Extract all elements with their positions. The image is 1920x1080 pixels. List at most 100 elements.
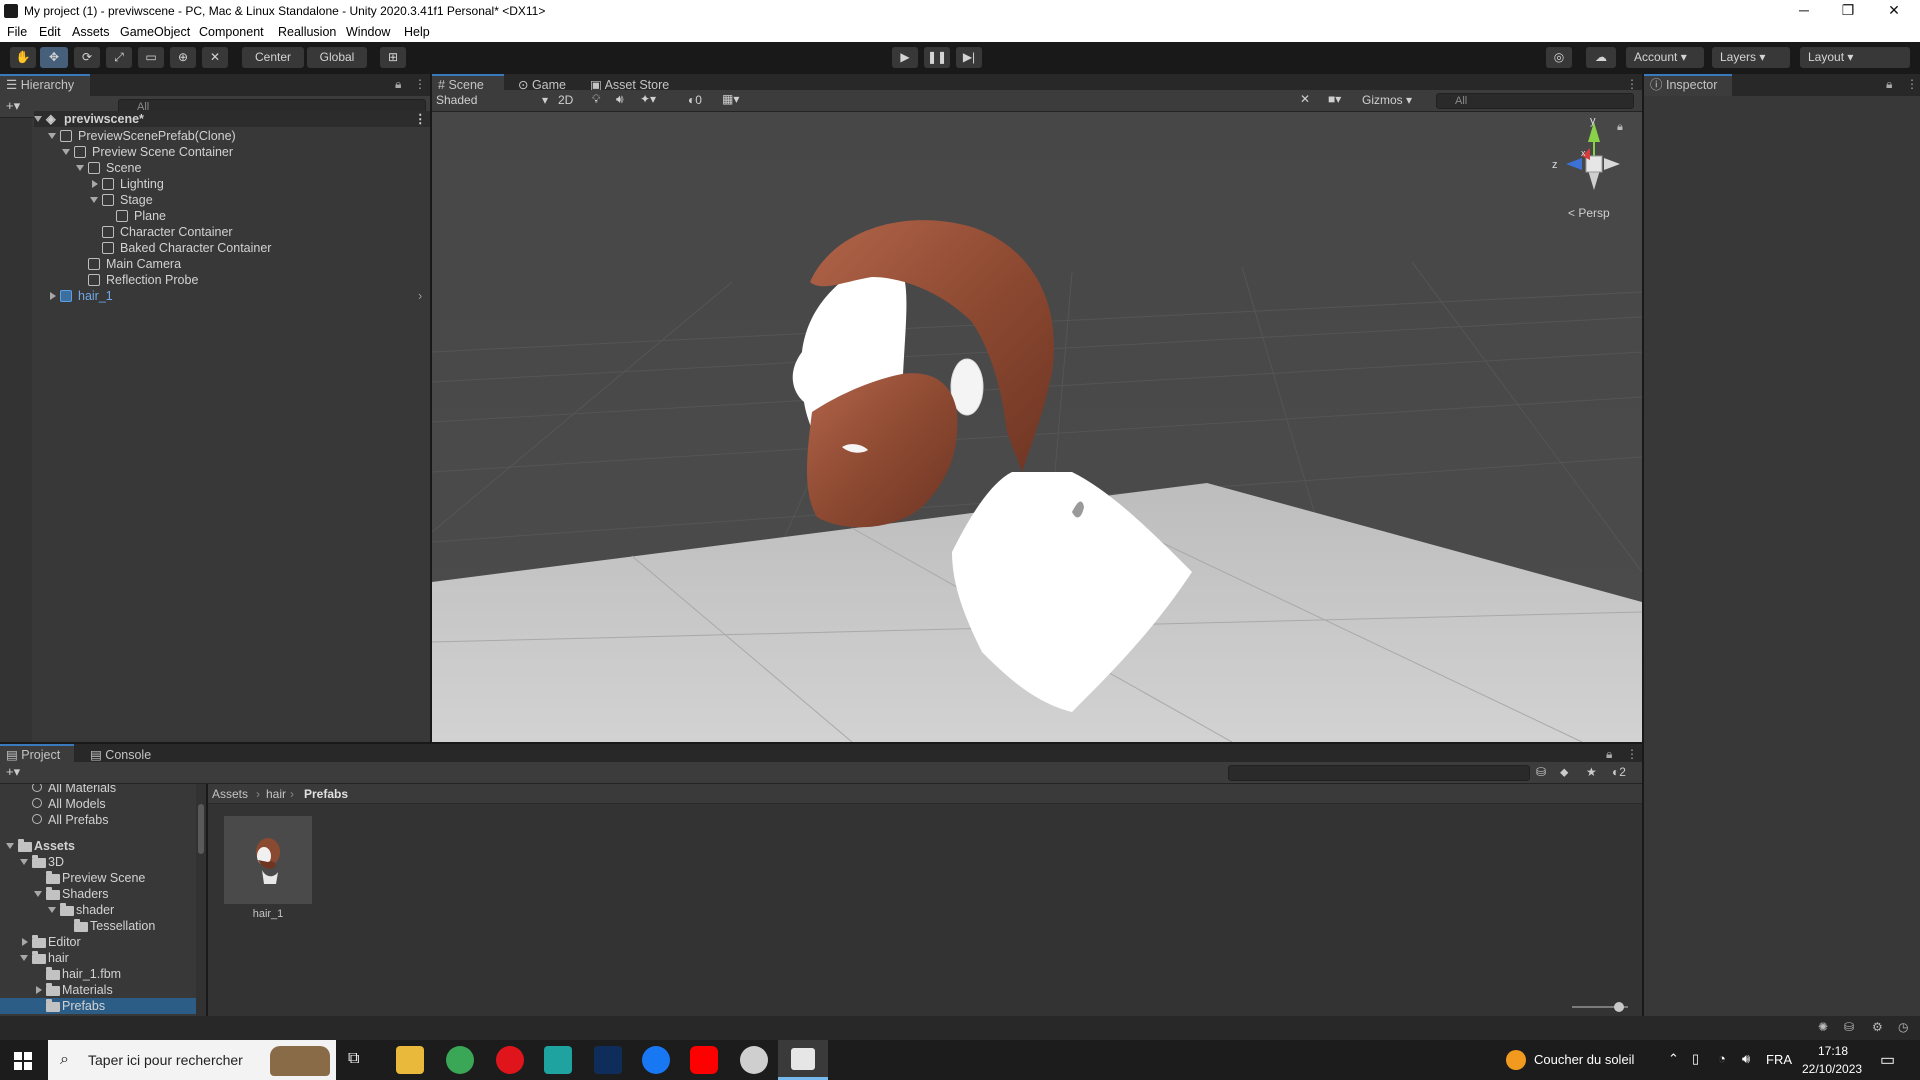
expand-arrow-icon[interactable]: [20, 955, 28, 961]
projection-label[interactable]: < Persp: [1568, 206, 1610, 220]
toggle-2d-button[interactable]: 2D: [558, 93, 573, 107]
menu-gameobject[interactable]: GameObject: [120, 25, 190, 39]
menu-reallusion[interactable]: Reallusion: [278, 25, 336, 39]
scrollbar-thumb[interactable]: [198, 804, 204, 854]
layout-dropdown[interactable]: Layout ▾: [1800, 47, 1910, 68]
tree-prefabs[interactable]: Prefabs: [0, 998, 196, 1014]
layers-dropdown[interactable]: Layers ▾: [1712, 47, 1790, 68]
file-explorer-icon[interactable]: [396, 1046, 424, 1074]
rect-tool-icon[interactable]: ▭: [138, 47, 164, 68]
opera-icon[interactable]: [496, 1046, 524, 1074]
youtube-icon[interactable]: [690, 1046, 718, 1074]
custom-tool-icon[interactable]: ✕: [202, 47, 228, 68]
menu-edit[interactable]: Edit: [39, 25, 61, 39]
rotate-tool-icon[interactable]: ⟳: [74, 47, 100, 68]
notifications-icon[interactable]: ▭: [1880, 1050, 1895, 1070]
audio-toggle-icon[interactable]: 🔊︎: [616, 92, 624, 107]
search-by-type-icon[interactable]: ⛁: [1536, 765, 1546, 779]
tab-inspector[interactable]: ⓘ Inspector: [1644, 74, 1732, 96]
breadcrumb-hair[interactable]: hair: [266, 787, 286, 801]
effects-toggle-icon[interactable]: ✦▾: [640, 92, 656, 106]
expand-arrow-icon[interactable]: [6, 843, 14, 849]
expand-arrow-icon[interactable]: [62, 149, 70, 155]
unity-hub-icon[interactable]: [740, 1046, 768, 1074]
lock-icon[interactable]: 🔒︎: [1606, 747, 1612, 762]
close-button[interactable]: ✕: [1872, 0, 1916, 22]
breadcrumb-prefabs[interactable]: Prefabs: [304, 787, 348, 801]
menu-file[interactable]: File: [7, 25, 27, 39]
asset-thumbnail[interactable]: [224, 816, 312, 904]
scene-viewport[interactable]: y z x 🔒︎ < Persp: [432, 112, 1642, 742]
lock-icon[interactable]: 🔒︎: [1886, 77, 1892, 92]
chrome-icon[interactable]: [446, 1046, 474, 1074]
space-global-button[interactable]: Global: [307, 47, 367, 68]
expand-arrow-icon[interactable]: [48, 907, 56, 913]
asset-label[interactable]: hair_1: [224, 908, 312, 920]
maximize-button[interactable]: ❐: [1826, 0, 1870, 22]
hidden-objects-toggle[interactable]: ◐0: [688, 93, 702, 107]
facebook-icon[interactable]: [642, 1046, 670, 1074]
expand-arrow-icon[interactable]: [76, 165, 84, 171]
collapse-arrow-icon[interactable]: [36, 986, 42, 994]
hidden-packages-toggle[interactable]: ◐2: [1612, 765, 1626, 779]
chevron-up-icon[interactable]: ⌃: [1668, 1051, 1679, 1067]
hand-tool-icon[interactable]: ✋: [10, 47, 36, 68]
expand-arrow-icon[interactable]: [34, 116, 42, 122]
kebab-menu-icon[interactable]: ⋮: [414, 77, 426, 91]
expand-arrow-icon[interactable]: [34, 891, 42, 897]
cache-server-icon[interactable]: ⛁: [1844, 1020, 1854, 1034]
volume-icon[interactable]: 🔊︎: [1742, 1051, 1750, 1067]
clock-date[interactable]: 22/10/2023: [1802, 1062, 1862, 1076]
scene-root-row[interactable]: ◈ previwscene* ⋮: [34, 111, 430, 127]
progress-icon[interactable]: ◷: [1898, 1020, 1908, 1034]
scale-tool-icon[interactable]: ⤢: [106, 47, 132, 68]
unity-editor-taskbar-button[interactable]: [778, 1040, 828, 1080]
play-button[interactable]: ▶: [892, 47, 918, 68]
search-by-label-icon[interactable]: ⬥: [1560, 765, 1568, 780]
clock-time[interactable]: 17:18: [1818, 1044, 1848, 1058]
auto-generate-lighting-icon[interactable]: ✺: [1818, 1020, 1828, 1034]
windows-start-icon[interactable]: [14, 1052, 32, 1070]
expand-arrow-icon[interactable]: [48, 133, 56, 139]
debug-mode-icon[interactable]: ⚙: [1872, 1020, 1883, 1034]
step-button[interactable]: ▶|: [956, 47, 982, 68]
kebab-menu-icon[interactable]: ⋮: [1626, 77, 1638, 91]
menu-window[interactable]: Window: [346, 25, 390, 39]
create-add-button[interactable]: +▾: [6, 98, 20, 114]
gizmos-dropdown[interactable]: Gizmos ▾: [1362, 93, 1412, 107]
expand-arrow-icon[interactable]: [90, 197, 98, 203]
kebab-menu-icon[interactable]: ⋮: [1906, 77, 1918, 91]
cloud-icon[interactable]: ☁: [1586, 47, 1616, 68]
kebab-menu-icon[interactable]: ⋮: [1626, 747, 1638, 761]
camera-settings-icon[interactable]: ■▾: [1328, 92, 1341, 106]
collapse-arrow-icon[interactable]: [50, 292, 56, 300]
tools-icon[interactable]: ✕: [1300, 92, 1310, 106]
pause-button[interactable]: ❚❚: [924, 47, 950, 68]
lock-icon[interactable]: 🔒︎: [395, 77, 401, 92]
move-tool-icon[interactable]: ✥: [40, 47, 68, 68]
grid-toggle-icon[interactable]: ▦▾: [722, 92, 739, 106]
device-icon[interactable]: ▯: [1692, 1051, 1699, 1067]
breadcrumb-assets[interactable]: Assets: [212, 787, 248, 801]
minimize-button[interactable]: ─: [1782, 0, 1826, 22]
expand-arrow-icon[interactable]: [20, 859, 28, 865]
lighting-toggle-icon[interactable]: 💡︎: [592, 92, 600, 107]
language-indicator[interactable]: FRA: [1766, 1052, 1792, 1067]
scene-search-input[interactable]: All: [1436, 93, 1634, 109]
network-icon[interactable]: ◔: [1718, 1051, 1726, 1066]
kebab-menu-icon[interactable]: ⋮: [414, 111, 427, 127]
transform-tool-icon[interactable]: ⊕: [170, 47, 196, 68]
project-search-input[interactable]: [1228, 765, 1530, 781]
collab-icon[interactable]: ◎: [1546, 47, 1572, 68]
zoom-slider-handle[interactable]: [1614, 1002, 1624, 1012]
hierarchy-item-hair-1[interactable]: hair_1 ›: [48, 288, 430, 304]
taskbar-search-box[interactable]: ⌕ Taper ici pour rechercher: [48, 1040, 336, 1080]
account-dropdown[interactable]: Account ▾: [1626, 47, 1704, 68]
favorite-star-icon[interactable]: ★: [1586, 765, 1597, 779]
tree-scrollbar[interactable]: [196, 784, 206, 1016]
weather-label[interactable]: Coucher du soleil: [1534, 1052, 1634, 1067]
collapse-arrow-icon[interactable]: [92, 180, 98, 188]
grid-snap-icon[interactable]: ⊞: [380, 47, 406, 68]
pivot-center-button[interactable]: Center: [242, 47, 304, 68]
shading-mode-dropdown[interactable]: Shaded ▾: [436, 93, 548, 109]
